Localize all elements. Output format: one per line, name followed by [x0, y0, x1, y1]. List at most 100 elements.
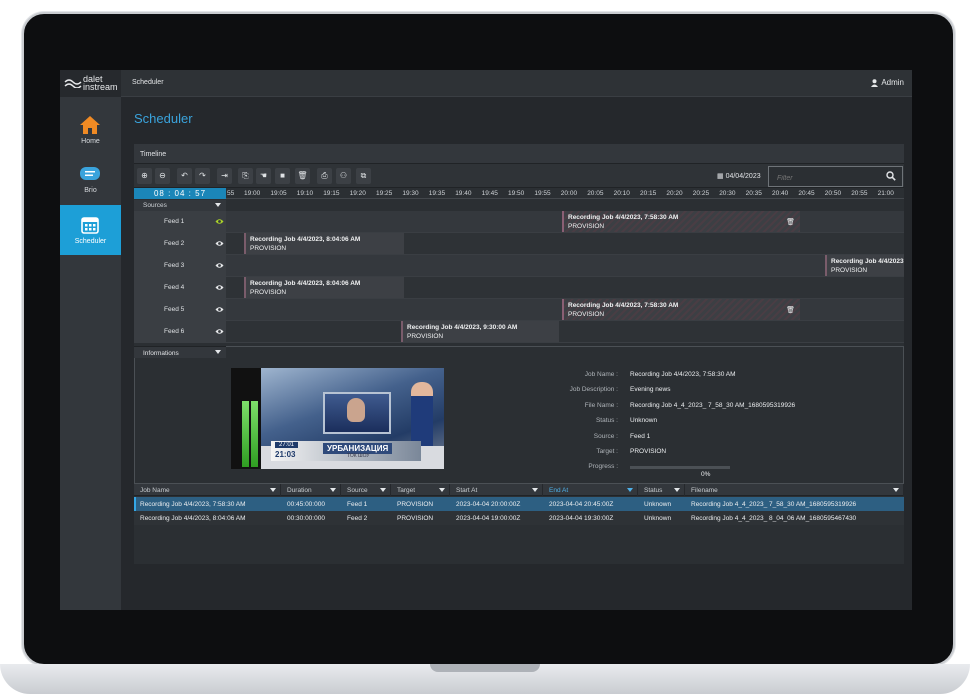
- calendar-icon: [81, 217, 99, 234]
- table-cell: 2023-04-04 20:00:00Z: [456, 501, 521, 508]
- time-tick: 20:45: [798, 190, 815, 197]
- table-cell: 00:30:00:000: [287, 515, 325, 522]
- time-tick: 55: [227, 190, 235, 197]
- time-tick: 20:05: [587, 190, 604, 197]
- feed-name: Feed 4: [164, 284, 185, 291]
- time-tick: 19:40: [455, 190, 472, 197]
- job-target: PROVISION: [250, 245, 287, 252]
- add-recording-button[interactable]: ⎘: [238, 168, 253, 184]
- chevron-down-icon[interactable]: [330, 488, 336, 492]
- user-menu[interactable]: Admin: [871, 78, 904, 87]
- table-cell: Recording Job 4_4_2023_ 8_04_06 AM_16805…: [691, 515, 857, 522]
- info-field: Job Name : Recording Job 4/4/2023, 7:58:3…: [516, 371, 896, 386]
- table-cell: Recording Job 4/4/2023, 8:04:06 AM: [140, 515, 246, 522]
- recording-job-block[interactable]: Recording Job 4/4/2023, 7:58:30 AM PROVIS…: [562, 211, 800, 232]
- date-picker[interactable]: ▦ 04/04/2023: [717, 172, 761, 180]
- visibility-eye-icon[interactable]: [215, 328, 224, 335]
- feed-row[interactable]: Feed 3: [134, 255, 904, 277]
- dalet-logo[interactable]: dalet instream: [60, 70, 121, 97]
- chevron-down-icon: [215, 203, 221, 207]
- visibility-eye-icon[interactable]: [215, 284, 224, 291]
- sidebar-item-brio[interactable]: Brio: [60, 154, 121, 204]
- trash-icon[interactable]: 🗑: [786, 218, 795, 227]
- time-ruler[interactable]: 55 19:00 19:05 19:10 19:15 19:20 19:25 19:30 19:…: [226, 188, 904, 199]
- column-header[interactable]: Filename: [685, 484, 904, 496]
- search-icon[interactable]: [886, 171, 896, 181]
- video-preview[interactable]: 27:01 21:03 УРБАНИЗАЦИЯ ТОК ШОУ: [231, 368, 444, 469]
- time-tick: 19:50: [508, 190, 525, 197]
- info-field-value: Evening news: [630, 386, 671, 394]
- informations-label: Informations: [143, 350, 179, 357]
- undo-button[interactable]: ↶: [177, 168, 192, 184]
- column-header-label: End At: [549, 487, 569, 494]
- job-target: PROVISION: [407, 333, 444, 340]
- time-tick: 20:30: [719, 190, 736, 197]
- recording-job-block[interactable]: Recording Job 4/4/2023, 8:04:06 AM PROVIS…: [244, 277, 404, 298]
- time-tick: 20:50: [824, 190, 842, 197]
- stop-button[interactable]: ■: [275, 168, 290, 184]
- time-tick: 20:10: [613, 190, 630, 197]
- column-header[interactable]: Job Name: [134, 484, 281, 496]
- visibility-eye-icon[interactable]: [215, 240, 224, 247]
- add-user-button[interactable]: ⚇: [336, 168, 351, 184]
- sources-header[interactable]: Sources: [134, 200, 226, 211]
- visibility-eye-icon[interactable]: [215, 262, 224, 269]
- chevron-down-icon[interactable]: [532, 488, 538, 492]
- redo-icon: ↷: [199, 171, 206, 180]
- chevron-down-icon[interactable]: [439, 488, 445, 492]
- visibility-eye-icon[interactable]: [215, 306, 224, 313]
- recording-job-block[interactable]: Recording Job 4/4/2023, 8:04:06 AM PROVIS…: [244, 233, 404, 254]
- zoom-out-button[interactable]: ⊖: [155, 168, 170, 184]
- column-header[interactable]: End At: [543, 484, 638, 496]
- audio-level-right: [251, 401, 258, 467]
- column-header-label: Source: [347, 487, 368, 494]
- filter-input[interactable]: [769, 169, 879, 188]
- trash-icon[interactable]: 🗑: [786, 306, 795, 315]
- delete-button[interactable]: 🗑: [295, 168, 310, 184]
- column-header[interactable]: Target: [391, 484, 450, 496]
- home-icon: [80, 116, 100, 134]
- page-title: Scheduler: [134, 111, 193, 126]
- table-cell: 2023-04-04 20:45:00Z: [549, 501, 614, 508]
- drag-job-button[interactable]: ☚: [256, 168, 271, 184]
- audio-level-left: [242, 401, 249, 467]
- time-tick: 20:25: [692, 190, 710, 197]
- table-cell: 2023-04-04 19:30:00Z: [549, 515, 614, 522]
- user-icon: [871, 78, 879, 87]
- sidebar-item-home[interactable]: Home: [60, 105, 121, 155]
- copy-button[interactable]: ⧉: [356, 168, 371, 184]
- job-title: Recording Job 4/4/2023, 8:04:06 AM: [250, 280, 361, 287]
- table-cell: 2023-04-04 19:00:00Z: [456, 515, 521, 522]
- sidebar-item-scheduler[interactable]: Scheduler: [60, 205, 121, 255]
- zoom-in-button[interactable]: ⊕: [137, 168, 152, 184]
- column-header[interactable]: Start At: [450, 484, 543, 496]
- video-frame: 27:01 21:03 УРБАНИЗАЦИЯ ТОК ШОУ: [261, 368, 444, 469]
- recording-job-block[interactable]: Recording Job 4/4/2023, 9:30:00 AM PROVIS…: [401, 321, 559, 342]
- column-header[interactable]: Duration: [281, 484, 341, 496]
- info-field: File Name : Recording Job 4_4_2023_ 7_58_…: [516, 402, 896, 417]
- table-row[interactable]: Recording Job 4/4/2023, 7:58:30 AM 00:45:…: [134, 497, 904, 511]
- job-target: PROVISION: [568, 223, 605, 230]
- go-to-now-button[interactable]: ⇥: [217, 168, 232, 184]
- chevron-down-icon[interactable]: [270, 488, 276, 492]
- stop-icon: ■: [280, 171, 285, 180]
- chevron-down-icon[interactable]: [674, 488, 680, 492]
- chevron-down-icon[interactable]: [380, 488, 386, 492]
- visibility-eye-icon[interactable]: [215, 218, 224, 225]
- recording-job-block[interactable]: Recording Job 4/4/2023, 7:58:30 AM PROVIS…: [562, 299, 800, 320]
- date-value: 04/04/2023: [725, 173, 761, 180]
- recording-job-block[interactable]: Recording Job 4/4/2023, 8:13:3 PROVISION: [825, 255, 904, 276]
- informations-header[interactable]: Informations: [134, 346, 226, 358]
- column-header[interactable]: Status: [638, 484, 685, 496]
- redo-button[interactable]: ↷: [195, 168, 210, 184]
- new-file-button[interactable]: ⎙: [317, 168, 332, 184]
- time-tick: 20:55: [851, 190, 868, 197]
- go-to-now-icon: ⇥: [221, 171, 228, 180]
- time-tick: 19:35: [428, 190, 446, 197]
- table-row[interactable]: Recording Job 4/4/2023, 8:04:06 AM 00:30:…: [134, 511, 904, 525]
- column-header[interactable]: Source: [341, 484, 391, 496]
- chevron-down-icon[interactable]: [893, 488, 899, 492]
- job-title: Recording Job 4/4/2023, 9:30:00 AM: [407, 324, 518, 331]
- chevron-down-icon[interactable]: [627, 488, 633, 492]
- audio-meter: [231, 368, 261, 469]
